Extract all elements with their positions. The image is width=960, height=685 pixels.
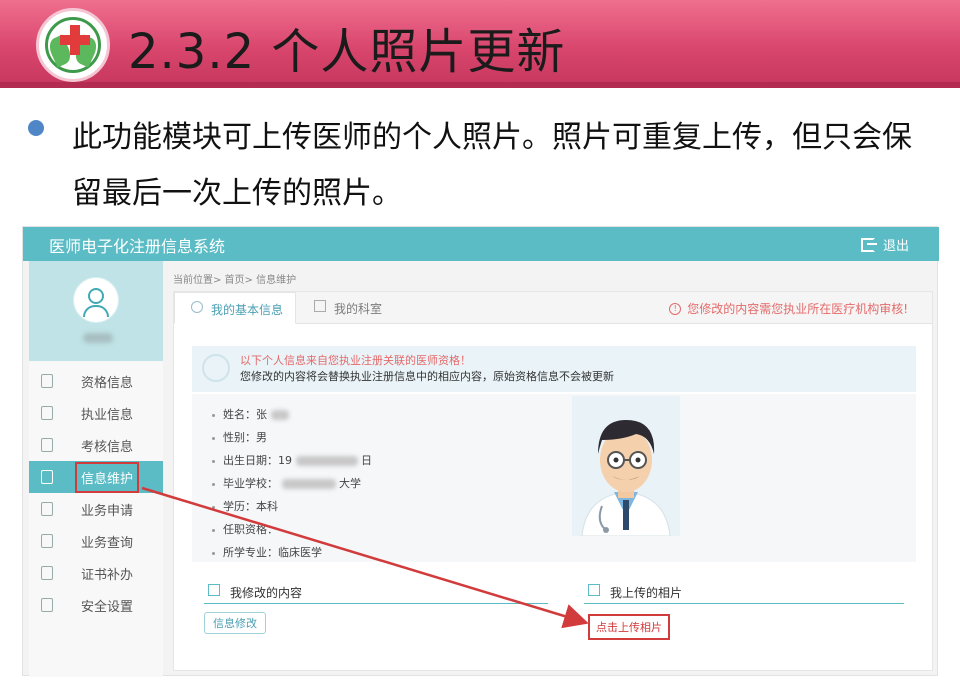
section-my-modifications: 我修改的内容 [204, 582, 548, 604]
warning-icon: ! [669, 302, 682, 315]
breadcrumb: 当前位置> 首页> 信息维护 [173, 275, 297, 286]
main-content: 当前位置> 首页> 信息维护 我的基本信息 我的科室 ! 您修改的内容需您执业所… [171, 261, 937, 677]
info-panel: 我的基本信息 我的科室 ! 您修改的内容需您执业所在医疗机构审核! 以下个人信息… [173, 291, 933, 671]
sidebar-item-certificate-reissue[interactable]: 证书补办 [29, 557, 163, 589]
upload-photo-button[interactable]: 点击上传相片 [588, 614, 670, 640]
sidebar-item-assessment[interactable]: 考核信息 [29, 429, 163, 461]
field-school: 毕业学校： 大学 [212, 475, 361, 491]
search-doc-icon [41, 534, 53, 548]
sidebar: 资格信息 执业信息 考核信息 信息维护 业务申请 业务查询 证书补办 安全设置 [29, 261, 163, 677]
avatar-doctor-icon [73, 277, 119, 323]
personal-info-box: 姓名：张 性别：男 出生日期：19 日 毕业学校： 大学 学历：本科 任职资格：… [192, 394, 916, 562]
sidebar-item-qualification[interactable]: 资格信息 [29, 365, 163, 397]
sidebar-item-business-apply[interactable]: 业务申请 [29, 493, 163, 525]
app-title: 医师电子化注册信息系统 [49, 237, 226, 256]
field-qualification: 任职资格： [212, 521, 278, 537]
logout-button[interactable]: 退出 [860, 235, 909, 254]
review-notice: ! 您修改的内容需您执业所在医疗机构审核! [669, 300, 908, 317]
info-banner: 以下个人信息来自您执业注册关联的医师资格！ 您修改的内容将会替换执业注册信息中的… [192, 346, 916, 392]
user-icon [191, 301, 203, 313]
app-topbar: 医师电子化注册信息系统 退出 [23, 227, 939, 261]
field-major: 所学专业：临床医学 [212, 544, 322, 560]
sidebar-menu: 资格信息 执业信息 考核信息 信息维护 业务申请 业务查询 证书补办 安全设置 [29, 365, 163, 621]
headset-icon [41, 406, 53, 420]
field-gender: 性别：男 [212, 429, 267, 445]
sidebar-item-security[interactable]: 安全设置 [29, 589, 163, 621]
sidebar-item-info-maintenance[interactable]: 信息维护 [29, 461, 163, 493]
certificate-icon [41, 566, 53, 580]
info-banner-warning: 以下个人信息来自您执业注册关联的医师资格！ [240, 354, 471, 367]
id-card-icon [41, 470, 53, 484]
section-my-photo: 我上传的相片 [584, 582, 904, 604]
sidebar-item-practice[interactable]: 执业信息 [29, 397, 163, 429]
edit-icon [208, 584, 220, 596]
blurred-value [295, 456, 358, 466]
tab-basic-info[interactable]: 我的基本信息 [174, 292, 297, 324]
field-name: 姓名：张 [212, 406, 289, 422]
edit-icon [41, 502, 53, 516]
profile-box [29, 261, 163, 361]
hospital-logo [36, 8, 110, 82]
document-icon [41, 374, 53, 388]
info-banner-text: 您修改的内容将会替换执业注册信息中的相应内容，原始资格信息不会被更新 [240, 370, 614, 383]
modify-info-button[interactable]: 信息修改 [204, 612, 266, 634]
plus-box-icon [314, 300, 326, 312]
bullet-dot [28, 120, 44, 136]
slide-header: 2.3.2 个人照片更新 [0, 0, 960, 88]
user-name-blurred [83, 333, 113, 343]
blurred-value [281, 479, 336, 489]
logout-label: 退出 [882, 239, 909, 254]
app-window: 医师电子化注册信息系统 退出 资格信息 执业信息 考核信息 信息维护 业务申请 … [22, 226, 939, 677]
image-icon [588, 584, 600, 596]
clipboard-icon [41, 438, 53, 452]
logout-icon [860, 237, 877, 252]
doctor-photo [572, 396, 680, 536]
user-lock-icon [41, 598, 53, 612]
slide-body-text: 此功能模块可上传医师的个人照片。照片可重复上传，但只会保留最后一次上传的照片。 [72, 120, 912, 211]
tab-bar: 我的基本信息 我的科室 ! 您修改的内容需您执业所在医疗机构审核! [174, 292, 932, 324]
sidebar-item-business-query[interactable]: 业务查询 [29, 525, 163, 557]
field-education: 学历：本科 [212, 498, 278, 514]
info-icon [202, 354, 230, 382]
field-birthdate: 出生日期：19 日 [212, 452, 372, 468]
blurred-value [270, 410, 289, 420]
tab-department[interactable]: 我的科室 [298, 292, 394, 324]
slide-title: 2.3.2 个人照片更新 [128, 24, 566, 80]
